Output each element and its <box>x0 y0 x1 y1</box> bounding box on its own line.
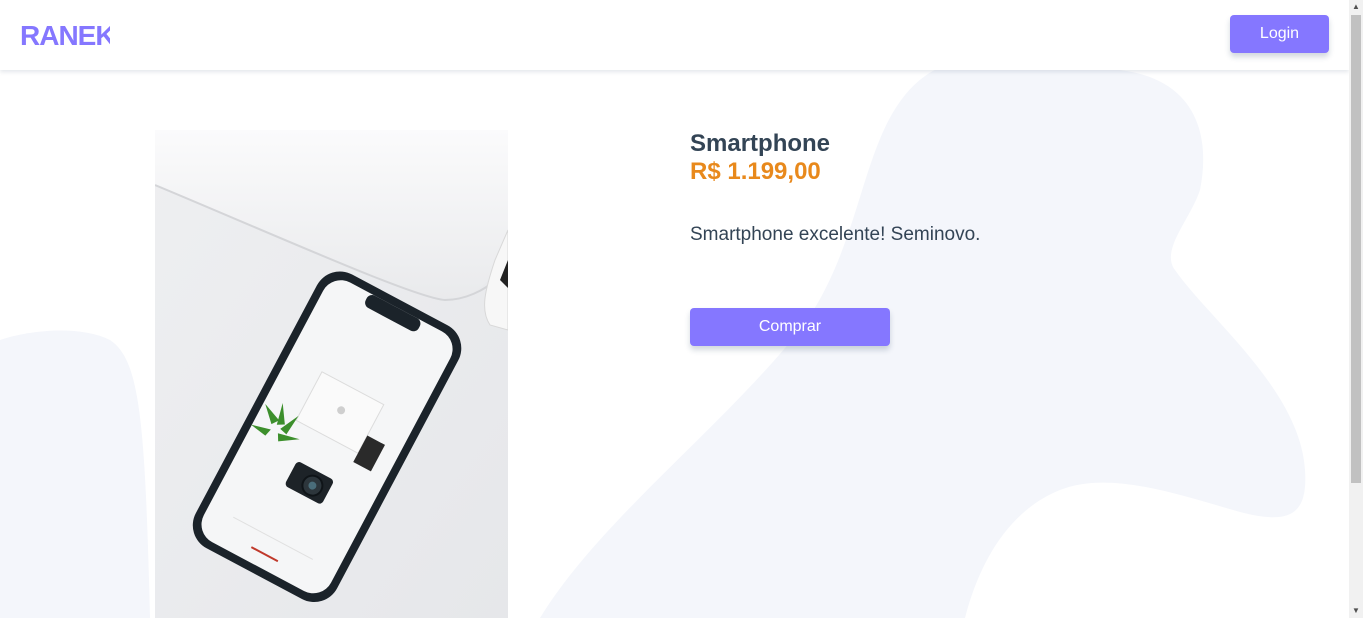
top-header: RANEK Login <box>0 0 1349 70</box>
scroll-up-icon[interactable]: ▲ <box>1349 0 1363 14</box>
product-title: Smartphone <box>690 130 831 157</box>
ranek-logo[interactable]: RANEK <box>20 21 110 47</box>
vertical-scrollbar[interactable]: ▲ ▼ <box>1349 0 1363 618</box>
scroll-down-icon[interactable]: ▼ <box>1349 604 1363 618</box>
product-photo <box>155 130 508 618</box>
product-description: Smartphone excelente! Seminovo. <box>690 224 981 245</box>
product-info: Smartphone R$ 1.199,00 Smartphone excele… <box>690 130 981 346</box>
buy-button[interactable]: Comprar <box>690 308 890 346</box>
svg-text:RANEK: RANEK <box>20 21 110 47</box>
smartphone-image <box>155 130 508 618</box>
product-price: R$ 1.199,00 <box>690 158 821 185</box>
login-button[interactable]: Login <box>1230 15 1329 53</box>
scroll-thumb[interactable] <box>1351 15 1361 483</box>
